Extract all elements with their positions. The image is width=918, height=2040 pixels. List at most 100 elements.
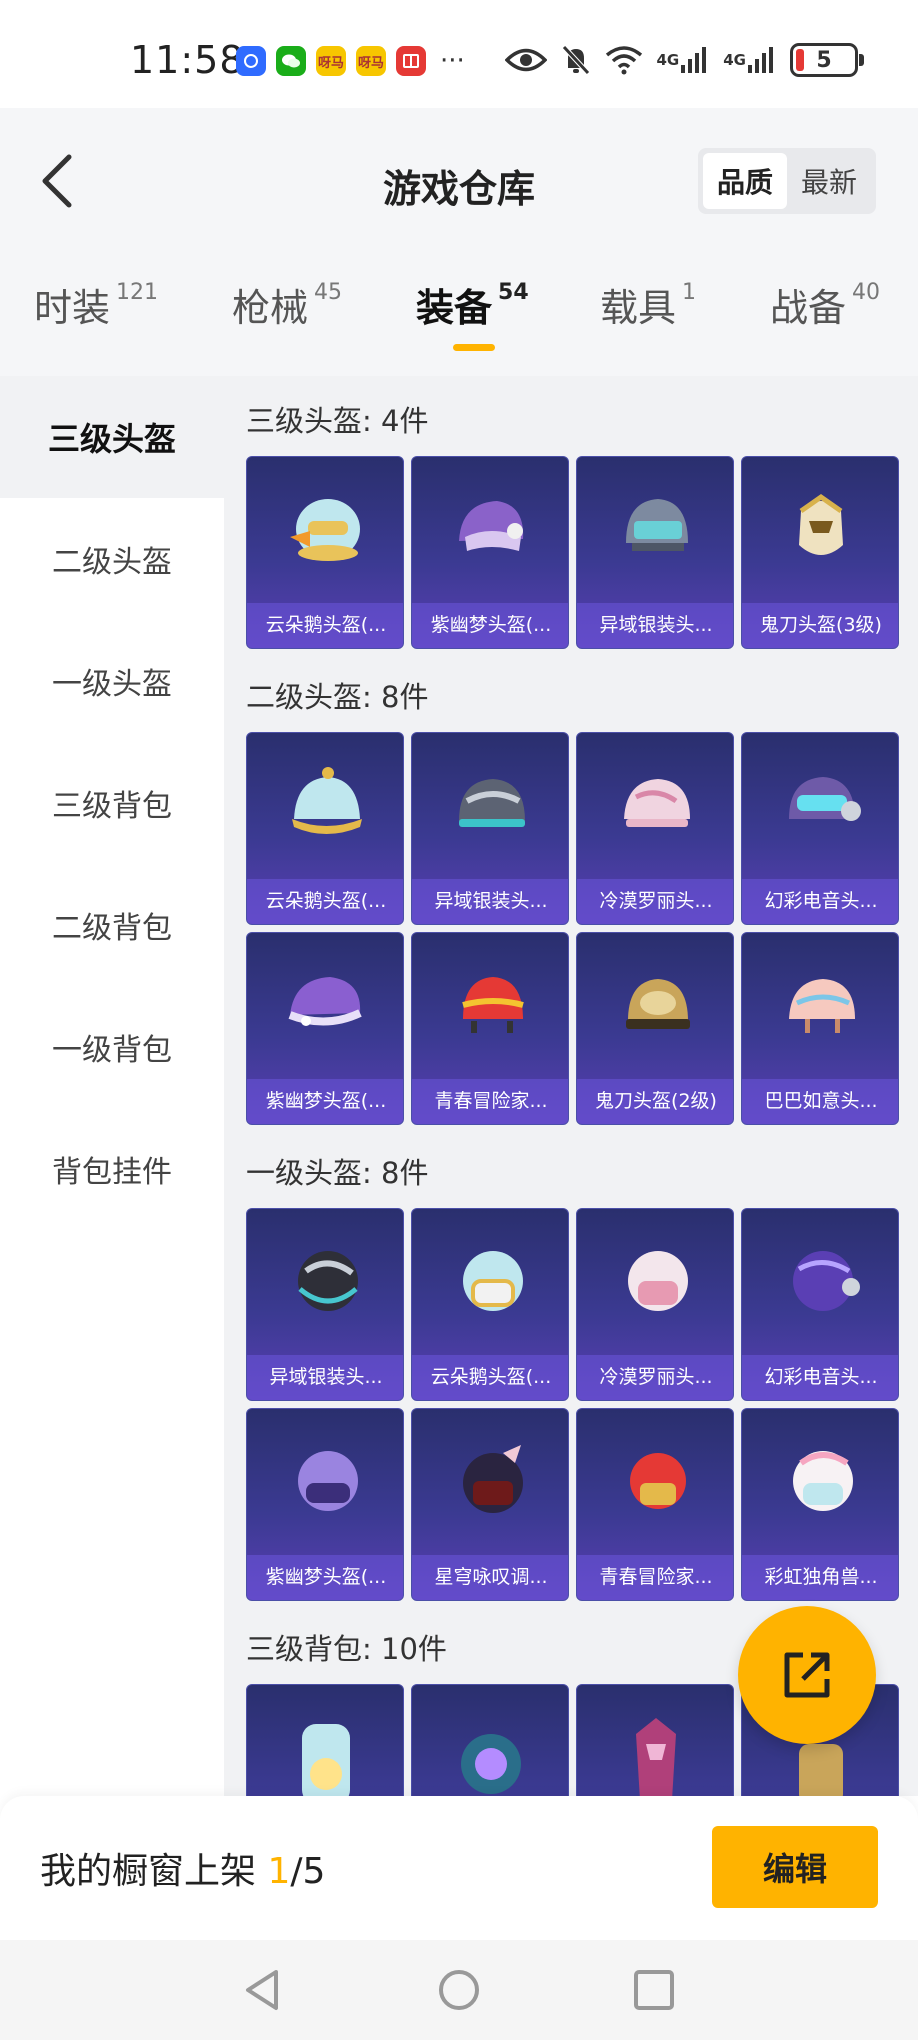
section-title: 二级头盔: 8件 [246, 680, 429, 714]
tab-fashion[interactable]: 时装 121 [34, 278, 158, 358]
helmet-icon [742, 933, 898, 1081]
item-card[interactable]: 幻彩电音头... [741, 1208, 899, 1401]
item-name: 云朵鹅头盔(... [247, 603, 403, 648]
app-game-icon: 呀马 [316, 46, 346, 76]
item-name: 幻彩电音头... [742, 1355, 898, 1400]
item-name: 冷漠罗丽头... [577, 879, 733, 924]
backpack-icon [577, 1685, 733, 1796]
nav-back-button[interactable] [238, 1966, 286, 2014]
item-card[interactable]: 异域银装头... [411, 732, 569, 925]
helmet-icon [577, 1409, 733, 1557]
item-name: 冷漠罗丽头... [577, 1355, 733, 1400]
helmet-icon [412, 457, 568, 605]
more-notifications-icon: ··· [440, 46, 465, 76]
item-card[interactable]: 鬼刀头盔(2级) [576, 932, 734, 1125]
item-card[interactable]: 紫幽梦头盔(... [246, 1408, 404, 1601]
item-name: 青春冒险家... [412, 1079, 568, 1124]
category-sidebar: 三级头盔 二级头盔 一级头盔 三级背包 二级背包 一级背包 背包挂件 [0, 376, 224, 1796]
helmet-icon [247, 457, 403, 605]
item-card[interactable] [576, 1684, 734, 1796]
tab-guns[interactable]: 枪械 45 [232, 278, 342, 358]
helmet-icon [577, 933, 733, 1081]
item-card[interactable]: 紫幽梦头盔(... [246, 932, 404, 1125]
item-name: 鬼刀头盔(3级) [742, 603, 898, 648]
sort-newest-button[interactable]: 最新 [787, 153, 871, 209]
item-name: 幻彩电音头... [742, 879, 898, 924]
eye-icon [504, 42, 547, 78]
showcase-count: 我的橱窗上架 1/5 [40, 1851, 326, 1892]
item-card[interactable] [411, 1684, 569, 1796]
item-name: 云朵鹅头盔(... [412, 1355, 568, 1400]
item-name: 异域银装头... [577, 603, 733, 648]
section-title: 三级背包: 10件 [246, 1632, 447, 1666]
item-card[interactable]: 鬼刀头盔(3级) [741, 456, 899, 649]
status-app-icons: 呀马 呀马 ··· [236, 46, 465, 76]
item-card[interactable]: 紫幽梦头盔(... [411, 456, 569, 649]
item-card[interactable]: 幻彩电音头... [741, 732, 899, 925]
item-card[interactable] [246, 1684, 404, 1796]
section-title: 一级头盔: 8件 [246, 1156, 429, 1190]
section-title: 三级头盔: 4件 [246, 404, 429, 438]
item-grid-area: 三级头盔: 4件 云朵鹅头盔(... 紫幽梦头盔(... 异域银装头... 鬼刀… [224, 376, 918, 1796]
app-game-icon-2: 呀马 [356, 46, 386, 76]
circle-home-icon [439, 1970, 479, 2010]
item-card[interactable]: 云朵鹅头盔(... [411, 1208, 569, 1401]
sidebar-item-level3-backpack[interactable]: 三级背包 [0, 742, 224, 864]
tab-combat-gear[interactable]: 战备 40 [770, 278, 880, 358]
helmet-icon [577, 1209, 733, 1357]
item-card[interactable]: 彩虹独角兽... [741, 1408, 899, 1601]
item-card[interactable]: 冷漠罗丽头... [576, 1208, 734, 1401]
helmet-icon [742, 1409, 898, 1557]
item-card[interactable]: 云朵鹅头盔(... [246, 456, 404, 649]
item-card[interactable]: 星穹咏叹调... [411, 1408, 569, 1601]
item-name: 鬼刀头盔(2级) [577, 1079, 733, 1124]
nav-home-button[interactable] [435, 1966, 483, 2014]
helmet-icon [577, 457, 733, 605]
sidebar-item-backpack-charm[interactable]: 背包挂件 [0, 1108, 224, 1230]
item-name: 巴巴如意头... [742, 1079, 898, 1124]
item-card[interactable]: 青春冒险家... [411, 932, 569, 1125]
helmet-icon [742, 1209, 898, 1357]
sort-toggle: 品质 最新 [698, 148, 876, 214]
sidebar-item-level2-backpack[interactable]: 二级背包 [0, 864, 224, 986]
system-navigation-bar [0, 1940, 918, 2040]
helmet-icon [412, 733, 568, 881]
helmet-icon [412, 1409, 568, 1557]
external-link-icon [784, 1652, 830, 1698]
nav-recents-button[interactable] [630, 1966, 678, 2014]
app-blue-icon [236, 46, 266, 76]
helmet-icon [247, 933, 403, 1081]
sort-quality-button[interactable]: 品质 [703, 153, 787, 209]
item-card[interactable]: 异域银装头... [576, 456, 734, 649]
item-name: 异域银装头... [412, 879, 568, 924]
sidebar-item-level1-backpack[interactable]: 一级背包 [0, 986, 224, 1108]
item-name: 异域银装头... [247, 1355, 403, 1400]
item-card[interactable]: 云朵鹅头盔(... [246, 732, 404, 925]
share-button[interactable] [738, 1606, 876, 1744]
book-icon [396, 46, 426, 76]
helmet-icon [247, 733, 403, 881]
helmet-icon [412, 933, 568, 1081]
item-name: 云朵鹅头盔(... [247, 879, 403, 924]
signal-4g-icon-2: 4G [723, 42, 776, 78]
category-tabs: 时装 121 枪械 45 装备 54 载具 1 战备 40 [0, 278, 918, 376]
wechat-icon [276, 46, 306, 76]
sidebar-item-level1-helmet[interactable]: 一级头盔 [0, 620, 224, 742]
item-card[interactable]: 冷漠罗丽头... [576, 732, 734, 925]
item-name: 紫幽梦头盔(... [412, 603, 568, 648]
item-card[interactable]: 巴巴如意头... [741, 932, 899, 1125]
sidebar-item-level2-helmet[interactable]: 二级头盔 [0, 498, 224, 620]
item-name: 紫幽梦头盔(... [247, 1555, 403, 1600]
item-name: 彩虹独角兽... [742, 1555, 898, 1600]
status-bar: 11:58 呀马 呀马 ··· 4G 4G 5 [0, 0, 918, 108]
triangle-back-icon [246, 1970, 278, 2010]
edit-button[interactable]: 编辑 [712, 1826, 878, 1908]
sidebar-item-level3-helmet[interactable]: 三级头盔 [0, 376, 224, 498]
helmet-icon [247, 1409, 403, 1557]
item-card[interactable]: 异域银装头... [246, 1208, 404, 1401]
helmet-icon [742, 457, 898, 605]
tab-vehicles[interactable]: 载具 1 [600, 278, 696, 358]
item-card[interactable]: 青春冒险家... [576, 1408, 734, 1601]
helmet-icon [577, 733, 733, 881]
backpack-icon [412, 1685, 568, 1796]
